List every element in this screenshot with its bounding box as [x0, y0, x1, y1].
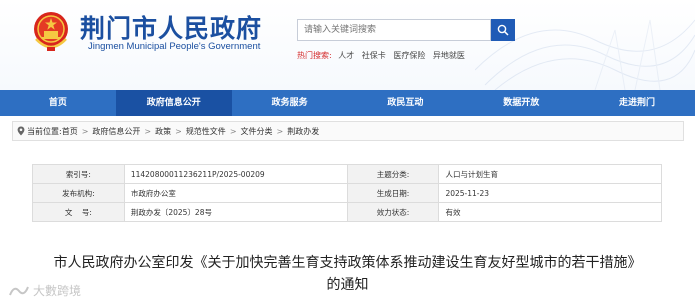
breadcrumb-separator: >: [175, 126, 182, 136]
breadcrumb-item[interactable]: 文件分类: [241, 126, 273, 137]
status-label: 效力状态:: [346, 202, 440, 222]
index-value: 114208000112362​11P/2025-00209: [123, 164, 348, 184]
nav-item-open-data[interactable]: 数据开放: [463, 90, 579, 116]
national-emblem-icon: [34, 12, 68, 51]
table-row: 文 号: 荆政办发〔2025〕28号 效力状态: 有效: [32, 202, 662, 222]
watermark-logo-icon: [9, 286, 29, 295]
site-subtitle: Jingmen Municipal People's Government: [88, 41, 261, 52]
topic-value: 人口与计划生育: [438, 164, 662, 184]
hot-search-item[interactable]: 医疗保险: [393, 51, 425, 60]
site-header: 荆门市人民政府 Jingmen Municipal People's Gover…: [0, 0, 695, 90]
breadcrumb-item[interactable]: 规范性文件: [186, 126, 226, 137]
header-decoration: [475, 19, 695, 90]
date-label: 生成日期:: [346, 183, 440, 203]
breadcrumb-item[interactable]: 首页: [62, 126, 78, 137]
document-title-line2: 的通知: [326, 277, 369, 293]
nav-item-services[interactable]: 政务服务: [232, 90, 348, 116]
breadcrumb-label: 当前位置:: [27, 126, 62, 136]
main-nav: 首页 政府信息公开 政务服务 政民互动 数据开放 走进荆门: [0, 90, 695, 116]
location-icon: [17, 126, 25, 136]
topic-label: 主题分类:: [346, 164, 440, 184]
hot-search-item[interactable]: 社保卡: [362, 51, 386, 60]
hot-search-item[interactable]: 异地就医: [433, 51, 465, 60]
breadcrumb: 当前位置: 首页 > 政府信息公开 > 政策 > 规范性文件 > 文件分类 > …: [12, 121, 684, 141]
breadcrumb-item[interactable]: 荆政办发: [287, 126, 319, 137]
breadcrumb-separator: >: [81, 126, 89, 136]
nav-item-gov-info[interactable]: 政府信息公开: [115, 90, 232, 116]
site-title[interactable]: 荆门市人民政府: [80, 9, 262, 45]
publisher-label: 发布机构:: [32, 183, 125, 203]
breadcrumb-item[interactable]: 政府信息公开: [92, 126, 140, 137]
watermark-text: 大數跨境: [33, 284, 82, 298]
date-value: 2025-11-23: [438, 183, 662, 203]
nav-item-about[interactable]: 走进荆门: [579, 90, 695, 116]
search-icon: [497, 24, 509, 36]
hot-search-label: 热门搜索:: [297, 51, 332, 60]
status-value: 有效: [438, 202, 662, 222]
search-button[interactable]: [491, 19, 515, 41]
nav-item-home[interactable]: 首页: [0, 90, 116, 116]
hot-search-item[interactable]: 人才: [338, 51, 354, 60]
hot-search: 热门搜索: 人才 社保卡 医疗保险 异地就医: [297, 50, 470, 61]
document-info-table: 索引号: 114208000112362​11P/2025-00209 主题分类…: [32, 164, 662, 222]
nav-item-interaction[interactable]: 政民互动: [347, 90, 463, 116]
docno-label: 文 号:: [32, 202, 125, 222]
publisher-value: 市政府办公室: [123, 183, 348, 203]
index-label: 索引号:: [32, 164, 125, 184]
table-row: 发布机构: 市政府办公室 生成日期: 2025-11-23: [32, 183, 662, 203]
watermark: 大數跨境: [8, 282, 81, 299]
search-input[interactable]: [297, 19, 491, 41]
docno-value: 荆政办发〔2025〕28号: [123, 202, 348, 222]
breadcrumb-item[interactable]: 政策: [155, 126, 171, 137]
breadcrumb-separator: >: [229, 126, 237, 136]
table-row: 索引号: 114208000112362​11P/2025-00209 主题分类…: [32, 164, 662, 184]
breadcrumb-separator: >: [276, 126, 284, 136]
document-title: 市人民政府办公室印发《关于加快完善生育支持政策体系推动建设生育友好型城市的若干措…: [53, 255, 642, 271]
breadcrumb-separator: >: [144, 126, 152, 136]
